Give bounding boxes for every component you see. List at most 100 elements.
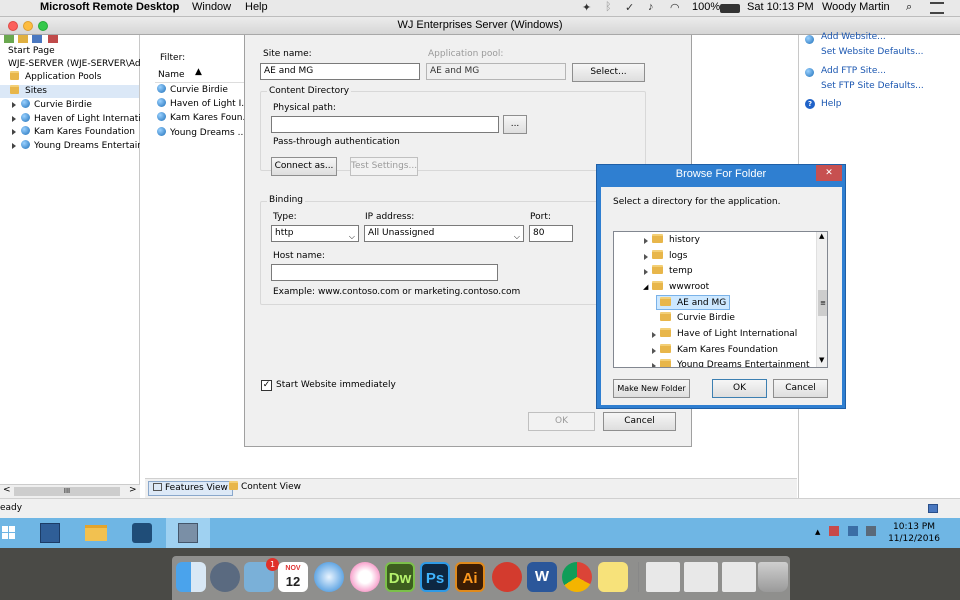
iis-manager-icon[interactable] (166, 518, 210, 548)
tray-action-center-icon[interactable] (829, 526, 839, 536)
physical-path-input[interactable] (271, 116, 499, 133)
browse-ok-button[interactable]: OK (712, 379, 767, 398)
tree-site-item[interactable]: Haven of Light Internation (12, 113, 140, 126)
expand-icon[interactable] (12, 115, 16, 122)
menubar-user[interactable]: Woody Martin (822, 1, 890, 13)
folder-tree-scrollbar[interactable]: ▲ ≡ ▼ (816, 232, 827, 367)
cancel-button[interactable]: Cancel (603, 412, 676, 431)
dreamweaver-icon[interactable]: Dw (385, 562, 415, 592)
volume-icon[interactable]: ♪ (648, 1, 654, 13)
site-name-input[interactable]: AE and MG (260, 63, 420, 80)
folder-item-selected[interactable]: AE and MG (656, 295, 731, 310)
scroll-left-icon[interactable]: < (3, 485, 11, 495)
tree-server-node[interactable]: WJE-SERVER (WJE-SERVER\Admir (8, 58, 140, 71)
folder-item[interactable]: history (652, 233, 700, 248)
safari-icon[interactable] (314, 562, 344, 592)
remote-desktop-icon[interactable] (492, 562, 522, 592)
expand-icon[interactable] (644, 238, 648, 244)
tree-site-item[interactable]: Curvie Birdie (12, 99, 92, 112)
expand-icon[interactable] (644, 269, 648, 275)
set-website-defaults-link[interactable]: Set Website Defaults... (821, 47, 924, 57)
site-list-item[interactable]: Kam Kares Foun... (157, 112, 251, 125)
site-list-item[interactable]: Curvie Birdie (157, 84, 228, 97)
select-app-pool-button[interactable]: Select... (572, 63, 645, 82)
menu-help[interactable]: Help (245, 1, 268, 13)
battery-icon[interactable] (720, 4, 740, 13)
folder-item[interactable]: Curvie Birdie (660, 311, 735, 326)
expand-icon[interactable] (652, 332, 656, 338)
tree-toolbar-icons[interactable] (4, 35, 74, 43)
host-name-input[interactable] (271, 264, 498, 281)
dock-window-thumbnail[interactable] (722, 562, 756, 592)
features-view-tab[interactable]: Features View (148, 481, 233, 496)
connect-as-button[interactable]: Connect as... (271, 157, 337, 176)
type-select[interactable]: http ⌵ (271, 225, 359, 242)
notification-center-icon[interactable] (930, 2, 944, 14)
menubar-clock[interactable]: Sat 10:13 PM (747, 1, 814, 13)
task-scheduler-icon[interactable] (120, 518, 164, 548)
scroll-up-icon[interactable]: ▲ (819, 232, 824, 240)
expand-icon[interactable] (12, 142, 16, 149)
illustrator-icon[interactable]: Ai (455, 562, 485, 592)
add-ftp-site-link[interactable]: Add FTP Site... (821, 66, 886, 76)
ip-address-select[interactable]: All Unassigned ⌵ (364, 225, 524, 242)
spotlight-icon[interactable]: ⌕ (906, 1, 912, 14)
name-column-header[interactable]: Name ▲ (155, 67, 245, 83)
status-icon[interactable]: ✓ (625, 1, 634, 14)
expand-icon[interactable] (644, 254, 648, 260)
tray-expand-icon[interactable]: ▲ (815, 528, 820, 536)
dock-window-thumbnail[interactable] (646, 562, 680, 592)
folder-item[interactable]: wwwroot (652, 280, 709, 295)
folder-item[interactable]: logs (652, 249, 687, 264)
folder-tree[interactable]: history logs temp ◢ wwwroot AE and MG Cu… (613, 231, 828, 368)
finder-icon[interactable] (176, 562, 206, 592)
make-new-folder-button[interactable]: Make New Folder (613, 379, 690, 398)
dropbox-icon[interactable]: ✦ (582, 1, 591, 14)
start-icon[interactable] (0, 518, 18, 548)
expand-icon[interactable] (12, 128, 16, 135)
scroll-right-icon[interactable]: > (129, 485, 137, 495)
menu-app-name[interactable]: Microsoft Remote Desktop (40, 1, 179, 13)
server-manager-icon[interactable] (28, 518, 72, 548)
launchpad-icon[interactable] (210, 562, 240, 592)
dock-window-thumbnail[interactable] (684, 562, 718, 592)
itunes-icon[interactable] (350, 562, 380, 592)
tree-site-item[interactable]: Young Dreams Entertainm (12, 140, 140, 153)
stickies-icon[interactable] (598, 562, 628, 592)
close-icon[interactable]: ✕ (816, 165, 842, 181)
tray-network-icon[interactable] (848, 526, 858, 536)
content-view-tab[interactable]: Content View (225, 481, 305, 496)
port-input[interactable]: 80 (529, 225, 573, 242)
tree-horizontal-scrollbar[interactable]: < III > (0, 484, 140, 498)
tree-site-item[interactable]: Kam Kares Foundation (12, 126, 135, 139)
word-icon[interactable]: W (527, 562, 557, 592)
set-ftp-defaults-link[interactable]: Set FTP Site Defaults... (821, 81, 924, 91)
browse-cancel-button[interactable]: Cancel (773, 379, 828, 398)
scroll-down-icon[interactable]: ▼ (819, 356, 824, 364)
browse-path-button[interactable]: ... (503, 115, 527, 134)
scroll-thumb[interactable]: ≡ (818, 290, 827, 316)
expand-icon[interactable] (652, 363, 656, 367)
trash-icon[interactable] (758, 562, 788, 592)
folder-item[interactable]: Kam Kares Foundation (660, 343, 778, 358)
photoshop-icon[interactable]: Ps (420, 562, 450, 592)
site-list-item[interactable]: Haven of Light I... (157, 98, 250, 111)
expand-icon[interactable] (652, 348, 656, 354)
menu-window[interactable]: Window (192, 1, 231, 13)
bluetooth-icon[interactable]: ᛒ (605, 1, 612, 13)
tray-volume-icon[interactable] (866, 526, 876, 536)
add-website-link[interactable]: Add Website... (821, 32, 886, 42)
chrome-icon[interactable] (562, 562, 592, 592)
scroll-thumb[interactable]: III (14, 487, 120, 496)
taskbar-clock[interactable]: 10:13 PM 11/12/2016 (884, 521, 944, 545)
start-immediately-checkbox[interactable]: ✓ (261, 380, 272, 391)
expand-icon[interactable] (12, 101, 16, 108)
folder-item[interactable]: Have of Light International (660, 327, 797, 342)
help-link[interactable]: Help (821, 99, 842, 109)
tree-start-page[interactable]: Start Page (8, 45, 55, 58)
tree-app-pools[interactable]: Application Pools (10, 71, 101, 84)
calendar-icon[interactable]: NOV 12 (278, 562, 308, 592)
collapse-icon[interactable]: ◢ (643, 283, 648, 291)
folder-item[interactable]: temp (652, 264, 693, 279)
folder-item[interactable]: Young Dreams Entertainment (660, 358, 810, 367)
